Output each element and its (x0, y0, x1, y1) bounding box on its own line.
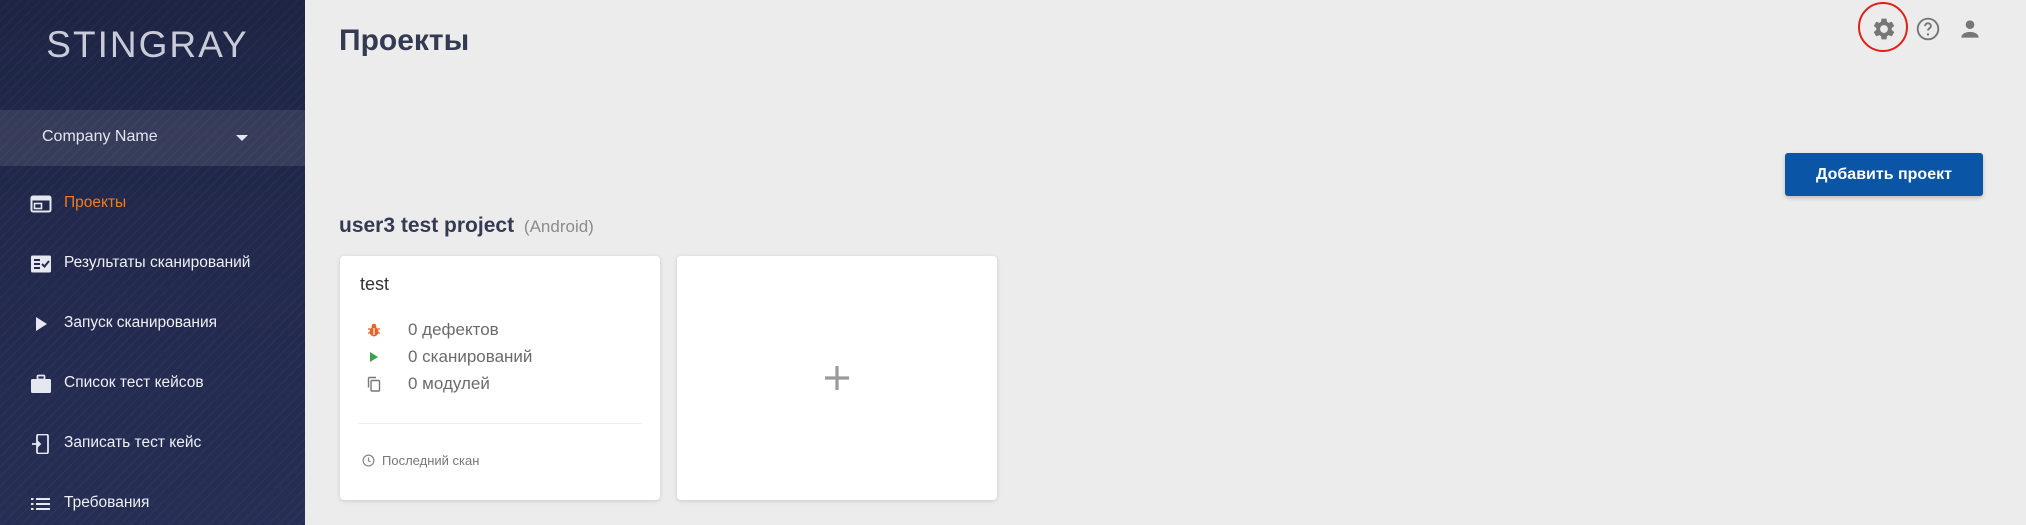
sidebar-item-projects[interactable]: Проекты (0, 184, 305, 224)
sidebar-item-requirements[interactable]: Требования (0, 484, 305, 524)
caret-down-icon (236, 135, 248, 141)
play-icon (370, 352, 378, 362)
projects-icon (30, 195, 52, 213)
plus-icon (825, 366, 849, 390)
defects-count: 0 дефектов (408, 320, 499, 339)
sidebar-item-label: Результаты сканирований (64, 254, 251, 271)
modules-count: 0 модулей (408, 374, 490, 393)
record-device-icon (32, 434, 49, 454)
project-platform: (Android) (523, 217, 594, 236)
scan-results-icon (31, 255, 51, 273)
help-icon[interactable] (1915, 16, 1941, 42)
last-scan-label: Последний скан (382, 453, 480, 468)
defects-stat: 0 дефектов (360, 319, 640, 341)
sidebar: STINGRAY Company Name Проекты Результаты… (0, 0, 305, 525)
copy-icon (367, 376, 381, 392)
sidebar-item-label: Список тест кейсов (64, 374, 204, 391)
card-divider (358, 423, 642, 424)
sidebar-item-run-scan[interactable]: Запуск сканирования (0, 304, 305, 344)
add-project-button[interactable]: Добавить проект (1785, 153, 1983, 196)
user-icon[interactable] (1957, 16, 1983, 42)
gear-icon[interactable] (1871, 16, 1897, 42)
sidebar-item-test-cases[interactable]: Список тест кейсов (0, 364, 305, 404)
sidebar-item-scan-results[interactable]: Результаты сканирований (0, 244, 305, 284)
app-card-title: test (360, 274, 390, 294)
clock-icon (362, 454, 375, 467)
sidebar-item-label: Записать тест кейс (64, 434, 202, 451)
list-icon (31, 498, 50, 510)
scans-count: 0 сканирований (408, 347, 533, 366)
modules-stat: 0 модулей (360, 373, 640, 395)
company-selector[interactable]: Company Name (0, 110, 305, 166)
sidebar-item-label: Запуск сканирования (64, 314, 218, 331)
sidebar-item-label: Требования (64, 494, 150, 511)
briefcase-icon (31, 374, 51, 393)
add-app-card[interactable] (677, 256, 997, 500)
bug-icon (368, 323, 380, 337)
app-card[interactable]: test 0 дефектов 0 сканирований 0 модулей… (340, 256, 660, 500)
project-heading[interactable]: user3 test project (Android) (339, 214, 594, 238)
sidebar-item-label: Проекты (64, 194, 127, 211)
sidebar-item-record-test-case[interactable]: Записать тест кейс (0, 424, 305, 464)
scans-stat: 0 сканирований (360, 346, 640, 368)
app-logo: STINGRAY (46, 24, 249, 65)
play-icon (36, 317, 47, 331)
project-name: user3 test project (339, 214, 515, 237)
company-name: Company Name (42, 128, 158, 145)
page-title: Проекты (339, 24, 470, 57)
